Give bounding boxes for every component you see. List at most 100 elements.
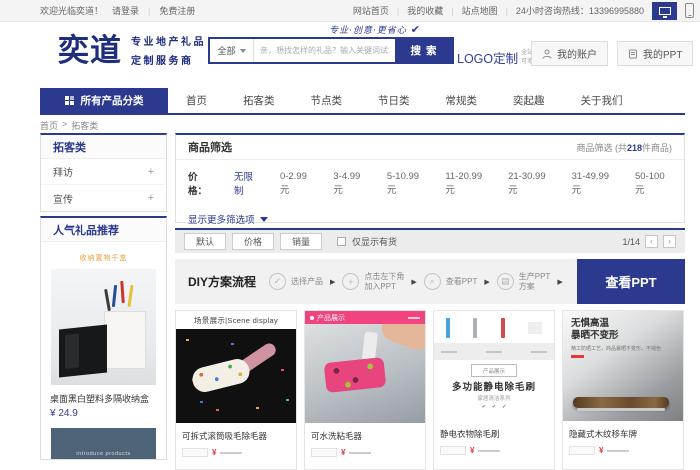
filter-header: 商品筛选 商品筛选 (共218件商品)	[176, 135, 684, 160]
price-row: ¥	[434, 440, 554, 455]
hot-product-name[interactable]: 桌面黑白塑料多隔收纳盒	[41, 385, 166, 405]
next-page-button[interactable]: ›	[663, 235, 676, 248]
my-ppt-button[interactable]: 我的PPT	[617, 41, 693, 66]
register-link[interactable]: 免费注册	[159, 4, 195, 17]
hot-product2-image[interactable]: introduce products 标语设计 展示方便	[51, 428, 156, 460]
sort-sales-button[interactable]: 销量	[280, 233, 322, 250]
sort-bar: 默认 价格 销量 仅显示有货 1/14 ‹ ›	[175, 228, 685, 253]
plus-icon[interactable]: +	[148, 192, 154, 204]
sort-price-button[interactable]: 价格	[232, 233, 274, 250]
badge-decor	[408, 317, 420, 319]
product-card-2[interactable]: 产品展示 可水洗粘毛器 ¥	[304, 310, 426, 470]
product-card-3[interactable]: 产品展示 多功能静电除毛刷 家居清洁系列 ✔ ✔ ✔ 静电衣物除毛刷 ¥	[433, 310, 555, 470]
check-circle-icon: ✓	[269, 273, 286, 290]
product-name[interactable]: 隐藏式木纹移车牌	[563, 421, 683, 440]
view-ppt-button[interactable]: 查看PPT	[577, 259, 685, 304]
price-currency: ¥	[341, 448, 345, 457]
all-categories-button[interactable]: 所有产品分类	[40, 88, 168, 113]
thumb-placeholder	[528, 322, 542, 334]
arrow-icon: ▶	[330, 278, 335, 286]
desktop-icon[interactable]	[652, 2, 677, 20]
nav-item-about[interactable]: 关于我们	[563, 88, 641, 113]
price-no-limit[interactable]: 无限制	[234, 169, 261, 197]
nav-item-tuoke[interactable]: 拓客类	[225, 88, 293, 113]
product-image: 无惧高温 暴晒不变形 精工防晒工艺，商品暴晒不变形，不褪色	[563, 311, 683, 421]
product-name[interactable]: 可拆式滚筒吸毛除毛器	[176, 423, 296, 442]
preview-doc-icon: ⌕	[424, 273, 441, 290]
check-mini: ✔	[482, 404, 486, 410]
search-input[interactable]	[254, 39, 395, 62]
price-range-7[interactable]: 50-100元	[635, 171, 672, 196]
nav-item-changgui[interactable]: 常规类	[428, 88, 496, 113]
hotline-text: 24小时咨询热线：13396995880	[516, 4, 644, 17]
roller-shape	[324, 357, 387, 393]
hot-product-image[interactable]	[51, 269, 156, 385]
roller-shape	[190, 356, 252, 394]
breadcrumb-current: 拓客类	[71, 119, 98, 132]
price-range-5[interactable]: 21-30.99元	[508, 171, 552, 196]
logo-custom-link[interactable]: LOGO定制 全站 可添加	[457, 48, 539, 67]
topbar: 欢迎光临奕道！ 请登录 | 免费注册 网站首页 | 我的收藏 | 站点地图 | …	[0, 0, 700, 22]
person-icon	[542, 49, 552, 59]
pagination: 1/14 ‹ ›	[622, 235, 676, 248]
price-range-6[interactable]: 31-49.99元	[572, 171, 616, 196]
product-card-4[interactable]: 无惧高温 暴晒不变形 精工防晒工艺，商品暴晒不变形，不褪色 隐藏式木纹移车牌 ¥	[562, 310, 684, 470]
filter-count-suffix: 件商品)	[642, 143, 672, 153]
sitemap-link[interactable]: 站点地图	[462, 4, 498, 17]
price-range-3[interactable]: 5-10.99元	[387, 171, 426, 196]
nav-inner: 所有产品分类 首页 拓客类 节点类 节日类 常规类 奕起趣 关于我们	[40, 88, 685, 115]
nav-item-home[interactable]: 首页	[168, 88, 225, 113]
hot-gifts-title: 人气礼品推荐	[41, 218, 166, 242]
show-more-filters[interactable]: 显示更多筛选项	[176, 197, 684, 226]
my-ppt-label: 我的PPT	[643, 46, 682, 61]
prev-page-button[interactable]: ‹	[645, 235, 658, 248]
hand-shape	[378, 324, 425, 354]
tagline-line2: 定制服务商	[131, 52, 206, 67]
divider: |	[506, 6, 508, 16]
plus-icon[interactable]: +	[148, 166, 154, 178]
product-image	[305, 324, 425, 423]
filter-count-prefix: 商品筛选 (共	[576, 143, 627, 153]
spec-dash	[531, 351, 547, 353]
mobile-icon[interactable]	[685, 3, 694, 18]
product-name[interactable]: 可水洗粘毛器	[305, 423, 425, 442]
breadcrumb-home[interactable]: 首页	[40, 119, 58, 132]
brush-thumb-gray	[473, 318, 477, 338]
logo-tagline: 专业地产礼品 定制服务商	[131, 33, 206, 67]
sort-default-button[interactable]: 默认	[184, 233, 226, 250]
diy-step-4-label: 生产PPT 方案	[519, 272, 551, 292]
product-card-1[interactable]: 场景展示|Scene display 可拆式滚筒吸毛除毛器 ¥	[175, 310, 297, 470]
price-tag-decor	[182, 448, 208, 457]
category-item-xuanchuan[interactable]: 宣传 +	[41, 185, 166, 211]
price-range-4[interactable]: 11-20.99元	[445, 171, 489, 196]
in-stock-checkbox[interactable]	[337, 237, 346, 246]
diy-step-3: ⌕ 查看PPT	[424, 273, 478, 290]
dot-icon	[310, 316, 314, 320]
badge-label: 产品展示	[317, 313, 345, 323]
my-account-button[interactable]: 我的账户	[531, 41, 608, 66]
nav-item-jieri[interactable]: 节日类	[360, 88, 428, 113]
category-item-label: 拜访	[53, 164, 73, 179]
site-home-link[interactable]: 网站首页	[353, 4, 389, 17]
diy-step-4: ▤ 生产PPT 方案	[497, 272, 551, 292]
login-link[interactable]: 请登录	[112, 4, 139, 17]
category-item-baifang[interactable]: 拜访 +	[41, 159, 166, 185]
nav-item-jiedian[interactable]: 节点类	[293, 88, 361, 113]
search-button[interactable]: 搜索	[395, 39, 452, 62]
nav-item-yiqiqu[interactable]: 奕起趣	[495, 88, 563, 113]
product-name[interactable]: 静电衣物除毛刷	[434, 421, 554, 440]
hot-product-price: ¥ 24.9	[41, 405, 166, 419]
favorites-link[interactable]: 我的收藏	[407, 4, 443, 17]
product-display-badge: 产品展示	[305, 311, 425, 324]
hot-product2-line1: introduce products	[76, 451, 130, 457]
category-panel-title: 拓客类	[41, 135, 166, 159]
search-category-dropdown[interactable]: 全部	[210, 39, 254, 62]
brush-thumb-red	[501, 318, 505, 338]
price-range-2[interactable]: 3-4.99元	[333, 171, 367, 196]
arrow-icon: ▶	[411, 278, 416, 286]
logo[interactable]: 奕道 专业地产礼品 定制服务商	[58, 33, 206, 67]
diy-step-2-line2: 加入PPT	[364, 282, 396, 291]
divider: |	[148, 6, 150, 16]
price-range-1[interactable]: 0-2.99元	[280, 171, 314, 196]
slogan-text: 专业·创意·更省心	[329, 26, 407, 36]
